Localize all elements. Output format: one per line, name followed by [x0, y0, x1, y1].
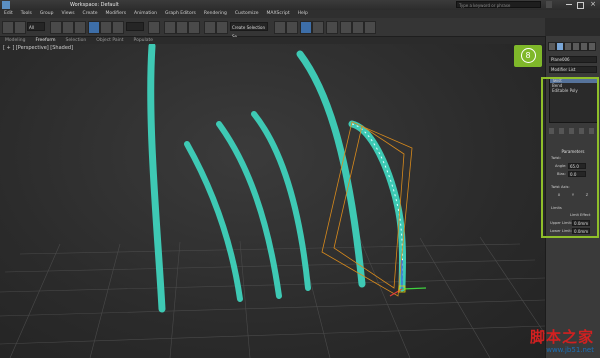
- viewport-scene: [0, 44, 545, 358]
- app-logo-icon[interactable]: [2, 1, 10, 9]
- command-panel-tabs: [548, 42, 600, 51]
- watermark: 脚本之家 www.jb51.net: [530, 326, 594, 354]
- search-input[interactable]: Type a keyword or phrase: [456, 1, 541, 8]
- watermark-title: 脚本之家: [529, 328, 594, 346]
- schematic-view-icon[interactable]: [312, 21, 324, 34]
- window-title: Workspace: Default: [70, 2, 119, 8]
- select-by-name-icon[interactable]: [62, 21, 74, 34]
- utilities-tab-icon[interactable]: [588, 42, 596, 51]
- menu-item-tools[interactable]: Tools: [17, 10, 36, 18]
- grass-blades: [147, 44, 366, 313]
- snap-icon[interactable]: [164, 21, 176, 34]
- menu-bar: Edit Tools Group Views Create Modifiers Animat…: [0, 10, 600, 18]
- menu-item-group[interactable]: Group: [36, 10, 58, 18]
- pivot-icon[interactable]: [148, 21, 160, 34]
- selection-filter-dropdown[interactable]: All: [27, 22, 45, 31]
- motion-tab-icon[interactable]: [572, 42, 580, 51]
- scale-icon[interactable]: [112, 21, 124, 34]
- angle-snap-icon[interactable]: [176, 21, 188, 34]
- minimize-icon[interactable]: [566, 4, 572, 5]
- help-icon[interactable]: [546, 1, 552, 8]
- title-bar: Workspace: Default Type a keyword or phr…: [0, 0, 600, 10]
- select-icon[interactable]: [50, 21, 62, 34]
- move-icon[interactable]: [88, 21, 100, 34]
- menu-item-edit[interactable]: Edit: [0, 10, 17, 18]
- material-editor-icon[interactable]: [326, 21, 338, 34]
- menu-item-customize[interactable]: Customize: [231, 10, 263, 18]
- ribbon-tab-modeling[interactable]: Modeling: [0, 37, 30, 44]
- main-toolbar: All Create Selection Se: [0, 18, 545, 39]
- blade-1: [147, 44, 166, 313]
- display-tab-icon[interactable]: [580, 42, 588, 51]
- menu-item-modifiers[interactable]: Modifiers: [102, 10, 131, 18]
- layer-icon[interactable]: [274, 21, 286, 34]
- align-icon[interactable]: [216, 21, 228, 34]
- blade-4: [251, 111, 311, 291]
- ribbon-tabs: Modeling Freeform Selection Object Paint Pop…: [0, 37, 545, 45]
- menu-item-views[interactable]: Views: [58, 10, 79, 18]
- highlight-frame: [541, 77, 599, 238]
- modifier-list-dropdown[interactable]: Modifier List: [549, 66, 597, 73]
- maximize-icon[interactable]: [577, 2, 584, 9]
- percent-snap-icon[interactable]: [188, 21, 200, 34]
- redo-icon[interactable]: [14, 21, 26, 34]
- selection-set-dropdown[interactable]: Create Selection Se: [230, 22, 268, 39]
- menu-item-graph-editors[interactable]: Graph Editors: [161, 10, 200, 18]
- menu-item-rendering[interactable]: Rendering: [200, 10, 231, 18]
- create-tab-icon[interactable]: [548, 42, 556, 51]
- ribbon-tab-object-paint[interactable]: Object Paint: [91, 37, 128, 44]
- rect-select-icon[interactable]: [74, 21, 86, 34]
- hierarchy-tab-icon[interactable]: [564, 42, 572, 51]
- undo-icon[interactable]: [2, 21, 14, 34]
- close-icon[interactable]: ×: [588, 0, 598, 9]
- ribbon-tab-selection[interactable]: Selection: [61, 37, 92, 44]
- blade-2: [184, 141, 243, 302]
- mirror-icon[interactable]: [204, 21, 216, 34]
- render-frame-icon[interactable]: [352, 21, 364, 34]
- menu-item-help[interactable]: Help: [294, 10, 312, 18]
- curve-editor-icon[interactable]: [300, 21, 312, 34]
- render-icon[interactable]: [364, 21, 376, 34]
- modify-tab-icon[interactable]: [556, 42, 564, 51]
- blade-5: [296, 50, 366, 288]
- menu-item-create[interactable]: Create: [79, 10, 102, 18]
- rotate-icon[interactable]: [100, 21, 112, 34]
- step-badge: 8: [514, 45, 542, 67]
- object-name-field[interactable]: Plane006: [549, 56, 597, 63]
- watermark-url: www.jb51.net: [546, 346, 594, 354]
- menu-item-maxscript[interactable]: MAXScript: [263, 10, 294, 18]
- render-setup-icon[interactable]: [340, 21, 352, 34]
- ribbon-tab-populate[interactable]: Populate: [129, 37, 159, 44]
- reference-coord-dropdown[interactable]: [126, 22, 144, 31]
- perspective-viewport[interactable]: [ + ] [Perspective] [Shaded]: [0, 44, 545, 358]
- blade-3: [216, 121, 282, 299]
- menu-item-animation[interactable]: Animation: [130, 10, 161, 18]
- ribbon-icon[interactable]: [286, 21, 298, 34]
